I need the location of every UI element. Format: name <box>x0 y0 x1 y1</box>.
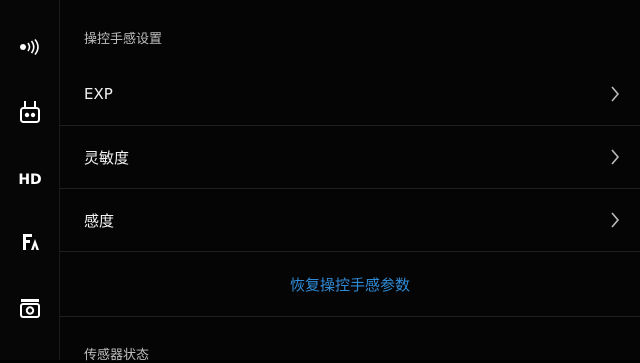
sidebar-item-signal[interactable] <box>0 27 60 71</box>
row-sensitivity-label: 灵敏度 <box>84 148 130 167</box>
reset-row: 恢复操控手感参数 <box>60 253 640 317</box>
row-exp[interactable]: EXP <box>60 63 640 126</box>
reset-controls-button[interactable]: 恢复操控手感参数 <box>290 274 410 295</box>
flight-assist-icon <box>20 232 40 256</box>
hd-icon: HD <box>18 172 42 188</box>
row-feel[interactable]: 感度 <box>60 189 640 252</box>
chevron-right-icon <box>610 149 640 165</box>
row-feel-label: 感度 <box>84 211 115 230</box>
sidebar: HD <box>0 0 60 360</box>
sidebar-item-hd[interactable]: HD <box>0 158 60 202</box>
sensor-status-title: 传感器状态 <box>84 348 150 363</box>
chevron-right-icon <box>610 212 640 228</box>
chevron-right-icon <box>610 86 640 102</box>
section-title: 操控手感设置 <box>84 32 163 47</box>
sidebar-item-camera[interactable] <box>0 288 60 332</box>
row-exp-label: EXP <box>84 85 113 103</box>
sidebar-item-flight-assist[interactable] <box>0 222 60 266</box>
row-sensitivity[interactable]: 灵敏度 <box>60 126 640 189</box>
camera-icon <box>19 298 41 322</box>
signal-icon <box>19 39 41 59</box>
sidebar-item-remote-controller[interactable] <box>0 92 60 136</box>
remote-controller-icon <box>19 100 41 128</box>
settings-panel: 操控手感设置 EXP 灵敏度 感度 恢复操控手感参数 传感器状态 <box>60 0 640 363</box>
